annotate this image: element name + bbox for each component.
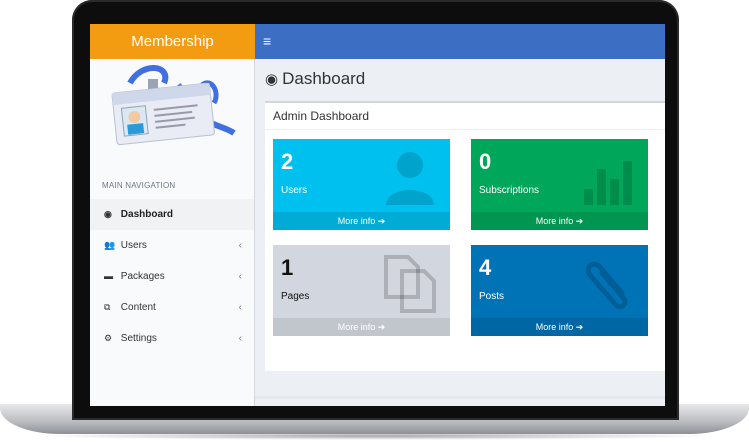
pages-tile: 1 Pages More info ➔	[273, 245, 450, 336]
bar-chart-icon	[584, 161, 632, 205]
posts-count: 4	[479, 255, 492, 280]
posts-tile: 4 Posts More info ➔	[471, 245, 648, 336]
subscriptions-more-info-link[interactable]: More info ➔	[471, 212, 648, 230]
chevron-left-icon: ‹	[238, 240, 242, 251]
page-title: ◉ Dashboard	[265, 69, 365, 89]
membership-card-logo	[102, 63, 242, 147]
sidebar-item-settings[interactable]: ⚙ Settings ‹	[90, 323, 254, 354]
users-more-info-link[interactable]: More info ➔	[273, 212, 450, 230]
chevron-left-icon: ‹	[238, 333, 242, 344]
main-content: ◉ Dashboard Admin Dashboard 2 Users More …	[255, 59, 665, 406]
users-count: 2	[281, 149, 294, 174]
subscriptions-label: Subscriptions	[479, 185, 540, 196]
footer-strip	[255, 396, 665, 399]
admin-dashboard-box: Admin Dashboard 2 Users More info ➔ 0 Su…	[265, 101, 665, 371]
sidebar-item-label: Settings	[120, 333, 157, 344]
subscriptions-tile: 0 Subscriptions More info ➔	[471, 139, 648, 230]
users-tile: 2 Users More info ➔	[273, 139, 450, 230]
sidebar-item-dashboard[interactable]: ◉ Dashboard	[90, 199, 254, 230]
sidebar-item-content[interactable]: ⧉ Content ‹	[90, 292, 254, 323]
brand-title[interactable]: Membership	[90, 24, 255, 59]
nav-header: MAIN NAVIGATION	[102, 181, 176, 190]
sidebar-item-packages[interactable]: ▬ Packages ‹	[90, 261, 254, 292]
subscriptions-count: 0	[479, 149, 492, 174]
sidebar-item-label: Dashboard	[120, 209, 174, 220]
chevron-left-icon: ‹	[238, 271, 242, 282]
posts-label: Posts	[479, 291, 505, 302]
chevron-left-icon: ‹	[238, 302, 242, 313]
cogs-icon: ⚙	[104, 333, 113, 343]
hamburger-icon[interactable]: ≡	[263, 33, 271, 49]
box-title: Admin Dashboard	[273, 109, 370, 123]
top-navbar: ≡	[255, 24, 665, 59]
laptop-frame: Membership ≡ MAIN NAVIGATION ◉ Dashboard…	[0, 0, 749, 442]
tachometer-icon: ◉	[265, 71, 279, 88]
pages-label: Pages	[281, 291, 310, 302]
users-icon: 👥	[104, 240, 116, 250]
pages-count: 1	[281, 255, 294, 280]
sidebar-item-label: Packages	[120, 271, 165, 282]
sidebar: MAIN NAVIGATION ◉ Dashboard 👥 Users ‹ ▬ …	[90, 59, 255, 406]
posts-more-info-link[interactable]: More info ➔	[471, 318, 648, 336]
tachometer-icon: ◉	[104, 209, 112, 219]
screen: Membership ≡ MAIN NAVIGATION ◉ Dashboard…	[90, 24, 665, 406]
sidebar-nav: ◉ Dashboard 👥 Users ‹ ▬ Packages ‹ ⧉ Con…	[90, 199, 254, 354]
divider	[265, 129, 665, 130]
pages-more-info-link[interactable]: More info ➔	[273, 318, 450, 336]
sidebar-item-users[interactable]: 👥 Users ‹	[90, 230, 254, 261]
sidebar-item-label: Users	[120, 240, 147, 251]
copy-icon: ⧉	[104, 302, 111, 312]
paperclip-icon	[585, 261, 628, 310]
users-label: Users	[281, 185, 308, 196]
sidebar-item-label: Content	[120, 302, 156, 313]
page-title-text: Dashboard	[282, 69, 366, 88]
briefcase-icon: ▬	[104, 271, 113, 281]
user-icon	[386, 152, 434, 205]
files-icon	[384, 255, 436, 313]
